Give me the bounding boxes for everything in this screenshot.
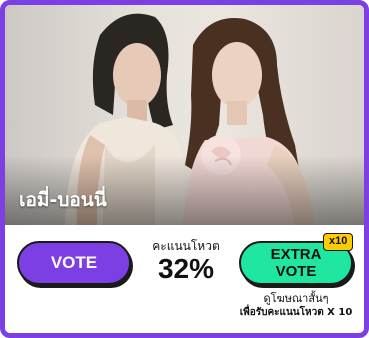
extra-vote-line1: EXTRA [270,246,322,263]
score-value: 32% [157,253,215,284]
multiplier-badge: x10 [323,233,354,251]
candidate-name: เอมี่-บอนนี่ [19,189,107,211]
vote-button[interactable]: VOTE [17,241,131,285]
extra-vote-subnote: เพื่อรับคะแนนโหวต X 10 [239,307,353,318]
extra-vote-line2: VOTE [275,263,317,280]
vote-card: เอมี่-บอนนี่ VOTE คะแนนโหวต 32% EXTRA VO… [0,0,369,338]
vote-panel: VOTE คะแนนโหวต 32% EXTRA VOTE x10 ดูโฆษณ… [5,225,364,333]
candidate-photo: เอมี่-บอนนี่ [5,5,364,225]
